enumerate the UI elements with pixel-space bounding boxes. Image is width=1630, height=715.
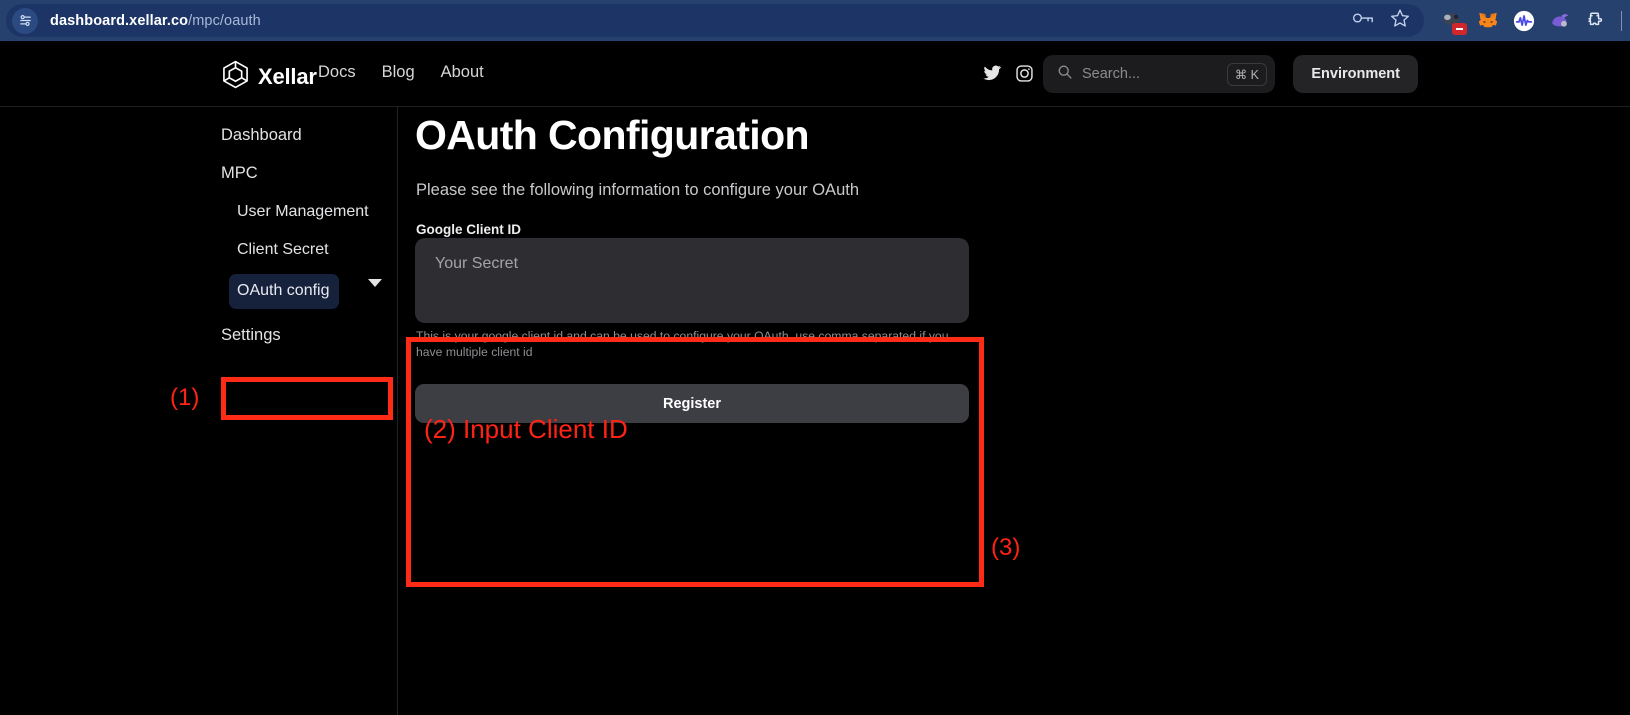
extensions-puzzle-icon[interactable] [1585,10,1607,32]
nav-links: Docs Blog About [318,63,484,82]
blocked-badge [1452,22,1467,35]
social-links [983,64,1034,88]
brand-logo[interactable]: Xellar [222,60,317,94]
xellar-cube-logo-icon [222,60,249,94]
search-icon [1057,64,1073,85]
brand-name: Xellar [258,64,317,89]
sidebar-item-dashboard[interactable]: Dashboard [221,126,302,145]
extension-icon-blocked[interactable] [1441,10,1467,35]
nav-link-docs[interactable]: Docs [318,63,356,82]
sidebar-item-client-secret[interactable]: Client Secret [237,241,329,259]
sidebar-item-user-management[interactable]: User Management [237,203,369,221]
url-text: dashboard.xellar.co/mpc/oauth [50,13,261,29]
site-header: Xellar Docs Blog About Search... ⌘ K Env… [0,41,1630,107]
sidebar-item-oauth-config[interactable]: OAuth config [229,274,339,309]
sidebar-item-settings[interactable]: Settings [221,326,281,345]
address-bar[interactable]: dashboard.xellar.co/mpc/oauth [6,4,1424,37]
google-client-id-input[interactable]: Your Secret [415,238,969,323]
google-client-id-placeholder: Your Secret [435,255,519,272]
web-page: Xellar Docs Blog About Search... ⌘ K Env… [0,41,1630,715]
url-host: dashboard.xellar.co [50,12,189,29]
sidebar: Dashboard MPC User Management Client Sec… [0,107,398,715]
main-content: OAuth Configuration Please see the follo… [399,107,1630,715]
environment-button[interactable]: Environment [1293,55,1418,93]
nav-link-blog[interactable]: Blog [382,63,415,82]
page-title: OAuth Configuration [415,112,810,158]
toolbar-divider [1621,10,1622,31]
waveform-extension-icon[interactable] [1513,10,1535,32]
url-path: /mpc/oauth [188,12,261,29]
page-subtitle: Please see the following information to … [416,181,860,199]
twitter-icon[interactable] [983,65,1002,87]
google-client-id-label: Google Client ID [416,222,522,237]
google-client-id-helper-text: This is your google client id and can be… [416,329,949,360]
key-icon[interactable] [1352,10,1374,31]
rabby-extension-icon[interactable] [1549,10,1571,32]
instagram-icon[interactable] [1015,64,1034,88]
search-shortcut-badge: ⌘ K [1226,62,1267,86]
search-placeholder: Search... [1082,66,1141,82]
site-settings-icon[interactable] [12,7,38,34]
extensions-area [1441,0,1622,41]
register-button[interactable]: Register [415,384,969,423]
metamask-extension-icon[interactable] [1477,10,1499,32]
page-body: Dashboard MPC User Management Client Sec… [0,107,1630,715]
search-input[interactable]: Search... ⌘ K [1043,55,1275,93]
nav-link-about[interactable]: About [441,63,484,82]
omnibox-actions [1352,4,1410,37]
sidebar-item-mpc[interactable]: MPC [221,164,258,183]
chevron-down-icon[interactable] [368,279,382,287]
browser-toolbar: dashboard.xellar.co/mpc/oauth [0,0,1630,41]
star-icon[interactable] [1390,8,1410,33]
